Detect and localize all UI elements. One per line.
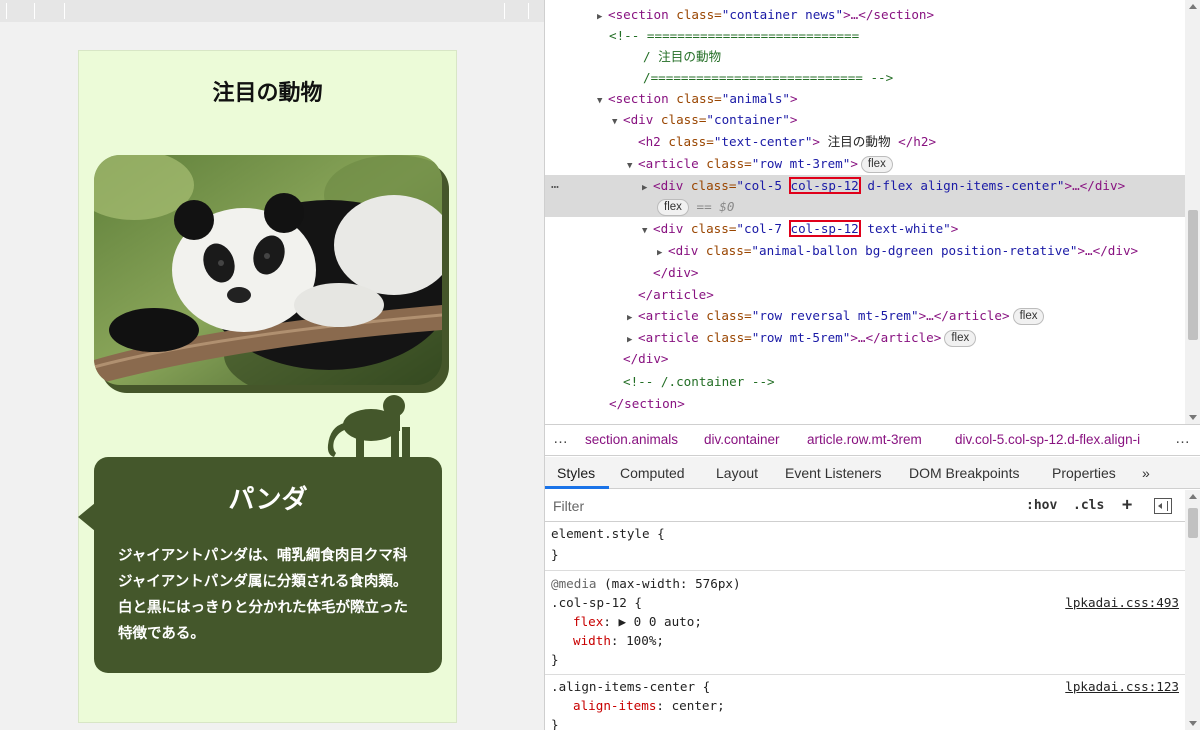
dom-node[interactable]: <h2 class="text-center"> 注目の動物 </h2> xyxy=(545,131,1185,153)
ruler-segment xyxy=(7,3,35,19)
elements-tree[interactable]: ▶ <section class="container news">…</sect… xyxy=(545,0,1185,424)
breadcrumb-item[interactable]: section.animals xyxy=(585,432,678,447)
ruler-segment xyxy=(35,3,65,19)
expand-triangle-icon[interactable]: ▶ xyxy=(642,177,653,199)
dom-comment[interactable]: / 注目の動物 xyxy=(545,46,1185,68)
breadcrumb-item[interactable]: div.container xyxy=(704,432,780,447)
style-rule-align-items-center[interactable]: lpkadai.css:123 .align-items-center { al… xyxy=(545,675,1185,730)
dollar-zero: == $0 xyxy=(696,199,735,214)
tab-properties[interactable]: Properties xyxy=(1052,465,1116,481)
scroll-up-icon[interactable] xyxy=(1189,494,1197,499)
ruler-segment xyxy=(505,3,529,19)
tab-computed[interactable]: Computed xyxy=(620,465,685,481)
animal-balloon: パンダ ジャイアントパンダは、哺乳綱食肉目クマ科ジャイアントパンダ属に分類される… xyxy=(78,457,442,673)
dom-node[interactable]: </section> xyxy=(545,393,1185,415)
breadcrumb-more-right[interactable]: … xyxy=(1175,430,1190,447)
styles-scrollbar[interactable] xyxy=(1185,490,1200,730)
rule-source-link[interactable]: lpkadai.css:493 xyxy=(1065,593,1179,613)
dom-node[interactable]: </div> xyxy=(545,348,1185,370)
ruler-bar xyxy=(0,0,544,22)
highlight-box: col-sp-12 xyxy=(788,220,861,237)
flex-badge[interactable]: flex xyxy=(944,330,977,347)
devtools-panel: ▶ <section class="container news">…</sect… xyxy=(544,0,1200,730)
animals-section: 注目の動物 パンダ ジャイアントパンダは、哺乳綱食肉目クマ科ジャイアントパンダ属… xyxy=(78,50,457,723)
dom-comment[interactable]: <!-- ============================ xyxy=(545,25,1185,47)
tab-dom-breakpoints[interactable]: DOM Breakpoints xyxy=(909,465,1019,481)
styles-toolbar: :hov .cls + xyxy=(545,490,1185,522)
scroll-up-icon[interactable] xyxy=(1189,4,1197,9)
active-tab-indicator xyxy=(545,486,609,489)
collapse-triangle-icon[interactable]: ▼ xyxy=(612,111,623,133)
new-rule-plus-icon[interactable]: + xyxy=(1122,495,1132,515)
style-rule-element[interactable]: element.style { } xyxy=(545,523,1185,571)
expand-triangle-icon[interactable]: ▶ xyxy=(657,242,668,264)
collapse-triangle-icon[interactable]: ▼ xyxy=(642,220,653,242)
dom-node[interactable]: </article> xyxy=(545,284,1185,306)
scrollbar-thumb[interactable] xyxy=(1188,210,1198,340)
tab-overflow-chevron-icon[interactable]: » xyxy=(1142,465,1150,481)
elements-scrollbar[interactable] xyxy=(1185,0,1200,424)
flex-badge[interactable]: flex xyxy=(657,199,689,216)
breadcrumb-item-current[interactable]: div.col-5.col-sp-12.d-flex.align-i xyxy=(955,432,1167,447)
rule-close: } xyxy=(551,652,559,667)
cls-button[interactable]: .cls xyxy=(1073,498,1104,513)
tab-layout[interactable]: Layout xyxy=(716,465,758,481)
breadcrumb-more-left[interactable]: … xyxy=(553,430,568,447)
scroll-down-icon[interactable] xyxy=(1189,721,1197,726)
dom-node[interactable]: ▶ <div class="animal-ballon bg-dgreen pos… xyxy=(545,240,1185,262)
ruler-segment xyxy=(0,3,7,19)
panda-photo xyxy=(94,155,442,385)
css-declaration[interactable]: flex: ▶ 0 0 auto; xyxy=(573,612,702,632)
toggle-sidebar-icon[interactable] xyxy=(1154,498,1172,514)
monkey-silhouette-icon xyxy=(327,395,410,459)
rule-source-link[interactable]: lpkadai.css:123 xyxy=(1065,677,1179,697)
breadcrumb-item[interactable]: article.row.mt-3rem xyxy=(807,432,922,447)
dom-node[interactable]: ▼ <div class="col-7 col-sp-12 text-white"… xyxy=(545,218,1185,240)
style-rule-col-sp-12[interactable]: @media (max-width: 576px) lpkadai.css:49… xyxy=(545,571,1185,675)
dom-comment[interactable]: /============================ --> xyxy=(545,67,1185,89)
tab-styles[interactable]: Styles xyxy=(557,465,595,481)
scroll-down-icon[interactable] xyxy=(1189,415,1197,420)
rule-selector[interactable]: element.style { xyxy=(551,524,665,544)
styles-rules: element.style { } @media (max-width: 576… xyxy=(545,523,1185,730)
dom-node[interactable]: </div> xyxy=(545,262,1185,284)
rule-selector[interactable]: .align-items-center { xyxy=(551,677,710,697)
dom-comment[interactable]: <!-- /.container --> xyxy=(545,371,1185,393)
highlight-box: col-sp-12 xyxy=(788,177,861,194)
dom-node[interactable]: ▶ <section class="container news">…</sect… xyxy=(545,4,1185,26)
flex-badge[interactable]: flex xyxy=(1012,308,1045,325)
tab-event-listeners[interactable]: Event Listeners xyxy=(785,465,882,481)
dom-node-selected-badges: flex == $0 xyxy=(657,196,734,218)
section-title: 注目の動物 xyxy=(212,81,323,106)
scrollbar-thumb[interactable] xyxy=(1188,508,1198,538)
css-declaration[interactable]: width: 100%; xyxy=(573,631,664,651)
styles-tabbar: Styles Computed Layout Event Listeners D… xyxy=(545,457,1200,489)
node-actions-dots-icon[interactable]: … xyxy=(551,177,559,192)
rule-selector[interactable]: .col-sp-12 { xyxy=(551,593,642,613)
hov-button[interactable]: :hov xyxy=(1026,498,1057,513)
collapse-triangle-icon[interactable]: ▼ xyxy=(627,155,638,177)
animal-description: ジャイアントパンダは、哺乳綱食肉目クマ科ジャイアントパンダ属に分類される食肉類。… xyxy=(118,548,408,642)
rule-close: } xyxy=(551,547,559,562)
flex-badge[interactable]: flex xyxy=(860,156,893,173)
dom-node[interactable]: ▼ <div class="container"> xyxy=(545,109,1185,131)
breadcrumb: … section.animals div.container article.… xyxy=(545,424,1200,456)
dom-node[interactable]: ▶ <article class="row reversal mt-5rem">…… xyxy=(545,305,1185,327)
rule-close: } xyxy=(551,717,559,730)
dom-node[interactable]: ▶ <article class="row mt-5rem">…</article… xyxy=(545,327,1185,349)
animal-name: パンダ xyxy=(228,485,308,515)
dom-node[interactable]: ▼ <article class="row mt-3rem"> flex xyxy=(545,153,1185,175)
page-preview: 注目の動物 パンダ ジャイアントパンダは、哺乳綱食肉目クマ科ジャイアントパンダ属… xyxy=(0,0,544,730)
expand-triangle-icon[interactable]: ▶ xyxy=(627,307,638,329)
dom-node[interactable]: ▼ <section class="animals"> xyxy=(545,88,1185,110)
dom-node-selected[interactable]: ▶ <div class="col-5 col-sp-12 d-flex alig… xyxy=(545,175,1185,217)
rule-media-query: @media (max-width: 576px) xyxy=(551,576,741,591)
styles-filter-input[interactable] xyxy=(547,494,1013,518)
dom-node-selected-line: ▶ <div class="col-5 col-sp-12 d-flex alig… xyxy=(642,175,1125,197)
css-declaration[interactable]: align-items: center; xyxy=(573,696,725,716)
ruler-segment xyxy=(65,3,505,19)
balloon-tail xyxy=(78,503,95,531)
